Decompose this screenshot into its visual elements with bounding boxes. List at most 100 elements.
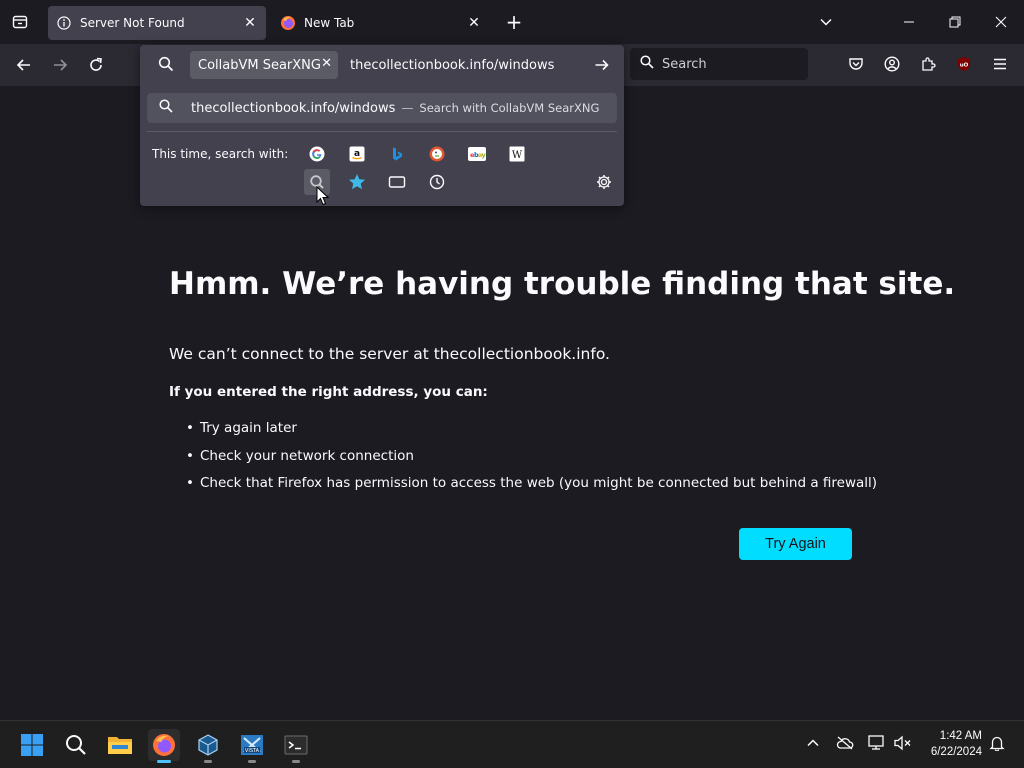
history-button[interactable]: [426, 171, 448, 193]
tab-title: New Tab: [304, 16, 355, 30]
minimize-button[interactable]: [895, 8, 923, 36]
search-engine-chip[interactable]: CollabVM SearXNG ✕: [190, 51, 338, 79]
list-all-tabs-button[interactable]: [812, 8, 840, 36]
close-tab-icon[interactable]: ✕: [464, 13, 484, 33]
pocket-icon: [849, 58, 863, 70]
notifications-button[interactable]: [986, 732, 1008, 754]
restore-icon: [949, 16, 961, 28]
firefox-view-icon: [12, 15, 28, 29]
virtualbox-icon: [198, 734, 218, 756]
tabs-icon: [388, 176, 406, 188]
running-indicator: [292, 760, 300, 763]
minimize-icon: [904, 21, 914, 23]
tab-server-not-found[interactable]: Server Not Found ✕: [48, 6, 266, 40]
list-item: Try again later: [186, 418, 877, 446]
arrow-right-icon: [54, 59, 68, 71]
running-indicator: [248, 760, 256, 763]
ebay-engine-button[interactable]: ebay: [466, 143, 488, 165]
active-indicator: [157, 760, 171, 763]
reload-button[interactable]: [84, 53, 108, 77]
vista-app-icon: VISTA: [241, 735, 263, 755]
volume-muted-icon: [894, 735, 911, 751]
network-button[interactable]: [866, 732, 888, 754]
error-subheading: If you entered the right address, you ca…: [169, 384, 488, 400]
volume-button[interactable]: [892, 732, 914, 754]
tabs-button[interactable]: [386, 171, 408, 193]
tab-new-tab[interactable]: New Tab ✕: [272, 6, 490, 40]
arrow-left-icon: [16, 59, 30, 71]
list-item: Check your network connection: [186, 446, 877, 474]
extensions-button[interactable]: [917, 53, 939, 75]
close-chip-icon[interactable]: ✕: [321, 56, 332, 71]
bing-engine-button[interactable]: [386, 143, 408, 165]
svg-text:uO: uO: [960, 63, 969, 69]
wikipedia-engine-button[interactable]: W: [506, 143, 528, 165]
urlbar: CollabVM SearXNG ✕: [140, 45, 624, 85]
ublock-button[interactable]: uO: [953, 53, 975, 75]
taskbar-search-button[interactable]: [60, 729, 92, 761]
search-icon: [158, 56, 176, 74]
back-button[interactable]: [12, 53, 36, 77]
engine-chip-label: CollabVM SearXNG: [198, 57, 321, 73]
clock-date: 6/22/2024: [930, 746, 982, 758]
try-again-button[interactable]: Try Again: [739, 528, 852, 560]
duckduckgo-engine-button[interactable]: [426, 143, 448, 165]
start-button[interactable]: [16, 729, 48, 761]
account-icon: [884, 56, 900, 72]
close-window-button[interactable]: [987, 8, 1015, 36]
gear-icon: [597, 175, 611, 189]
virtualbox-button[interactable]: [192, 729, 224, 763]
svg-text:a: a: [354, 149, 360, 159]
search-icon: [66, 735, 86, 755]
url-input[interactable]: [350, 55, 590, 75]
hamburger-menu-icon: [994, 58, 1006, 70]
suggestion-action: Search with CollabVM SearXNG: [419, 101, 600, 115]
wikipedia-icon: W: [509, 146, 525, 162]
mouse-cursor-icon: [316, 186, 330, 206]
bookmarks-star-icon: [349, 174, 365, 190]
vista-app-button[interactable]: VISTA: [236, 729, 268, 763]
amazon-engine-button[interactable]: a: [346, 143, 368, 165]
history-icon: [429, 174, 445, 190]
svg-text:y: y: [482, 151, 487, 159]
menu-button[interactable]: [989, 53, 1011, 75]
search-suggestion-row[interactable]: thecollectionbook.info/windows — Search …: [147, 93, 617, 123]
ublock-origin-icon: uO: [958, 57, 970, 71]
google-engine-button[interactable]: [306, 143, 328, 165]
pocket-button[interactable]: [845, 53, 867, 75]
svg-text:W: W: [512, 150, 523, 161]
close-tab-icon[interactable]: ✕: [240, 13, 260, 33]
file-explorer-icon: [108, 737, 132, 754]
file-explorer-button[interactable]: [104, 729, 136, 761]
arrow-right-icon: [595, 59, 609, 71]
google-icon: [309, 146, 325, 162]
go-button[interactable]: [592, 55, 612, 75]
error-description: We can’t connect to the server at thecol…: [169, 345, 610, 363]
new-tab-button[interactable]: +: [502, 10, 526, 34]
puzzle-icon: [922, 57, 936, 71]
start-icon: [21, 734, 43, 756]
restore-button[interactable]: [941, 8, 969, 36]
chevron-up-icon: [807, 739, 819, 747]
divider: [147, 131, 617, 132]
bell-icon: [989, 736, 1005, 751]
firefox-taskbar-button[interactable]: [148, 729, 180, 763]
svg-text:VISTA: VISTA: [245, 748, 260, 754]
search-bar[interactable]: Search: [630, 48, 808, 80]
onedrive-button[interactable]: [834, 732, 856, 754]
clock[interactable]: 1:42 AM 6/22/2024: [918, 728, 982, 760]
firefox-icon: [280, 15, 296, 31]
chevron-down-icon: [820, 18, 832, 26]
info-icon: [56, 15, 72, 31]
account-button[interactable]: [881, 53, 903, 75]
forward-button[interactable]: [48, 53, 72, 77]
search-settings-button[interactable]: [594, 172, 614, 192]
firefox-view-button[interactable]: [8, 10, 32, 34]
close-icon: [995, 16, 1007, 28]
amazon-icon: a: [349, 146, 365, 162]
one-time-search-label: This time, search with:: [152, 147, 289, 161]
cloud-offline-icon: [836, 736, 854, 750]
terminal-button[interactable]: [280, 729, 312, 763]
bookmarks-button[interactable]: [346, 171, 368, 193]
show-hidden-icons-button[interactable]: [802, 732, 824, 754]
